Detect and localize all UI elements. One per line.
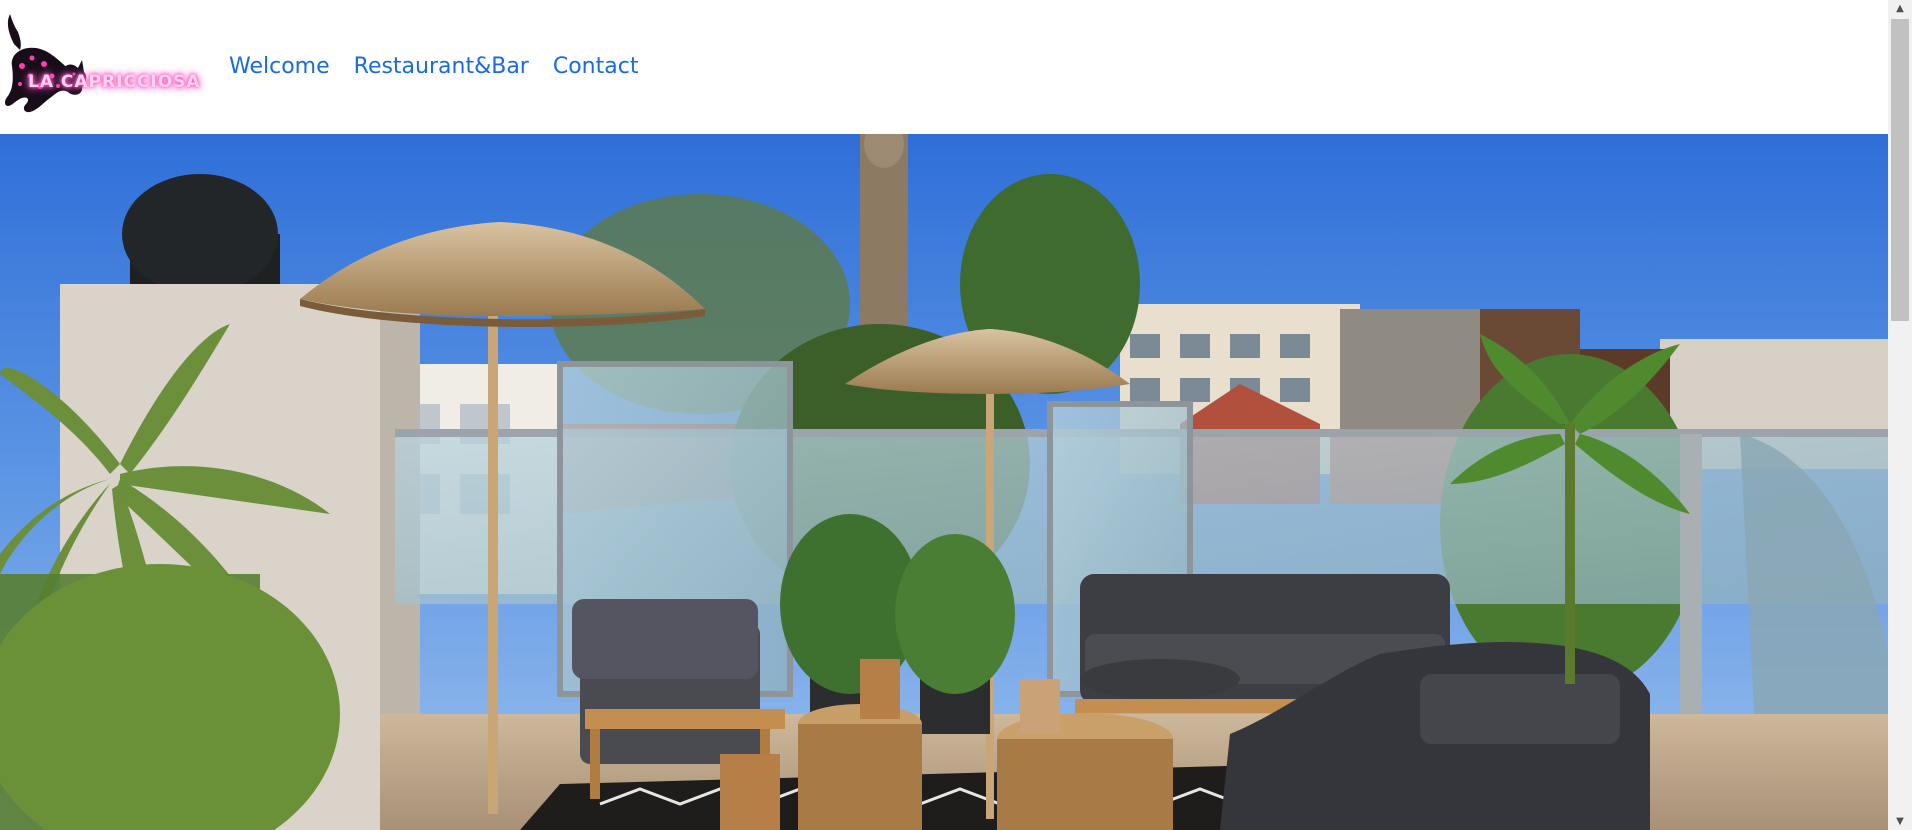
hero-image xyxy=(0,134,1888,830)
black-cat-icon xyxy=(5,14,87,113)
nav-link-welcome[interactable]: Welcome xyxy=(229,51,330,83)
logo-wordmark: LA CAPRICCIOSA xyxy=(28,72,201,92)
site-logo[interactable]: LA CAPRICCIOSA xyxy=(0,14,210,118)
scroll-down-icon[interactable]: ▼ xyxy=(1888,813,1912,830)
vertical-scrollbar[interactable]: ▲ ▼ xyxy=(1888,0,1912,830)
main-nav: Welcome Restaurant&Bar Contact xyxy=(229,51,638,83)
scrollbar-thumb[interactable] xyxy=(1891,19,1909,321)
nav-link-restaurant-bar[interactable]: Restaurant&Bar xyxy=(354,51,529,83)
scroll-up-icon[interactable]: ▲ xyxy=(1888,0,1912,17)
rooftop-terrace-photo xyxy=(0,134,1888,830)
page: LA CAPRICCIOSA Welcome Restaurant&Bar Co… xyxy=(0,0,1912,830)
nav-link-contact[interactable]: Contact xyxy=(553,51,639,83)
viewport: LA CAPRICCIOSA Welcome Restaurant&Bar Co… xyxy=(0,0,1888,830)
site-header: LA CAPRICCIOSA Welcome Restaurant&Bar Co… xyxy=(0,0,1888,134)
